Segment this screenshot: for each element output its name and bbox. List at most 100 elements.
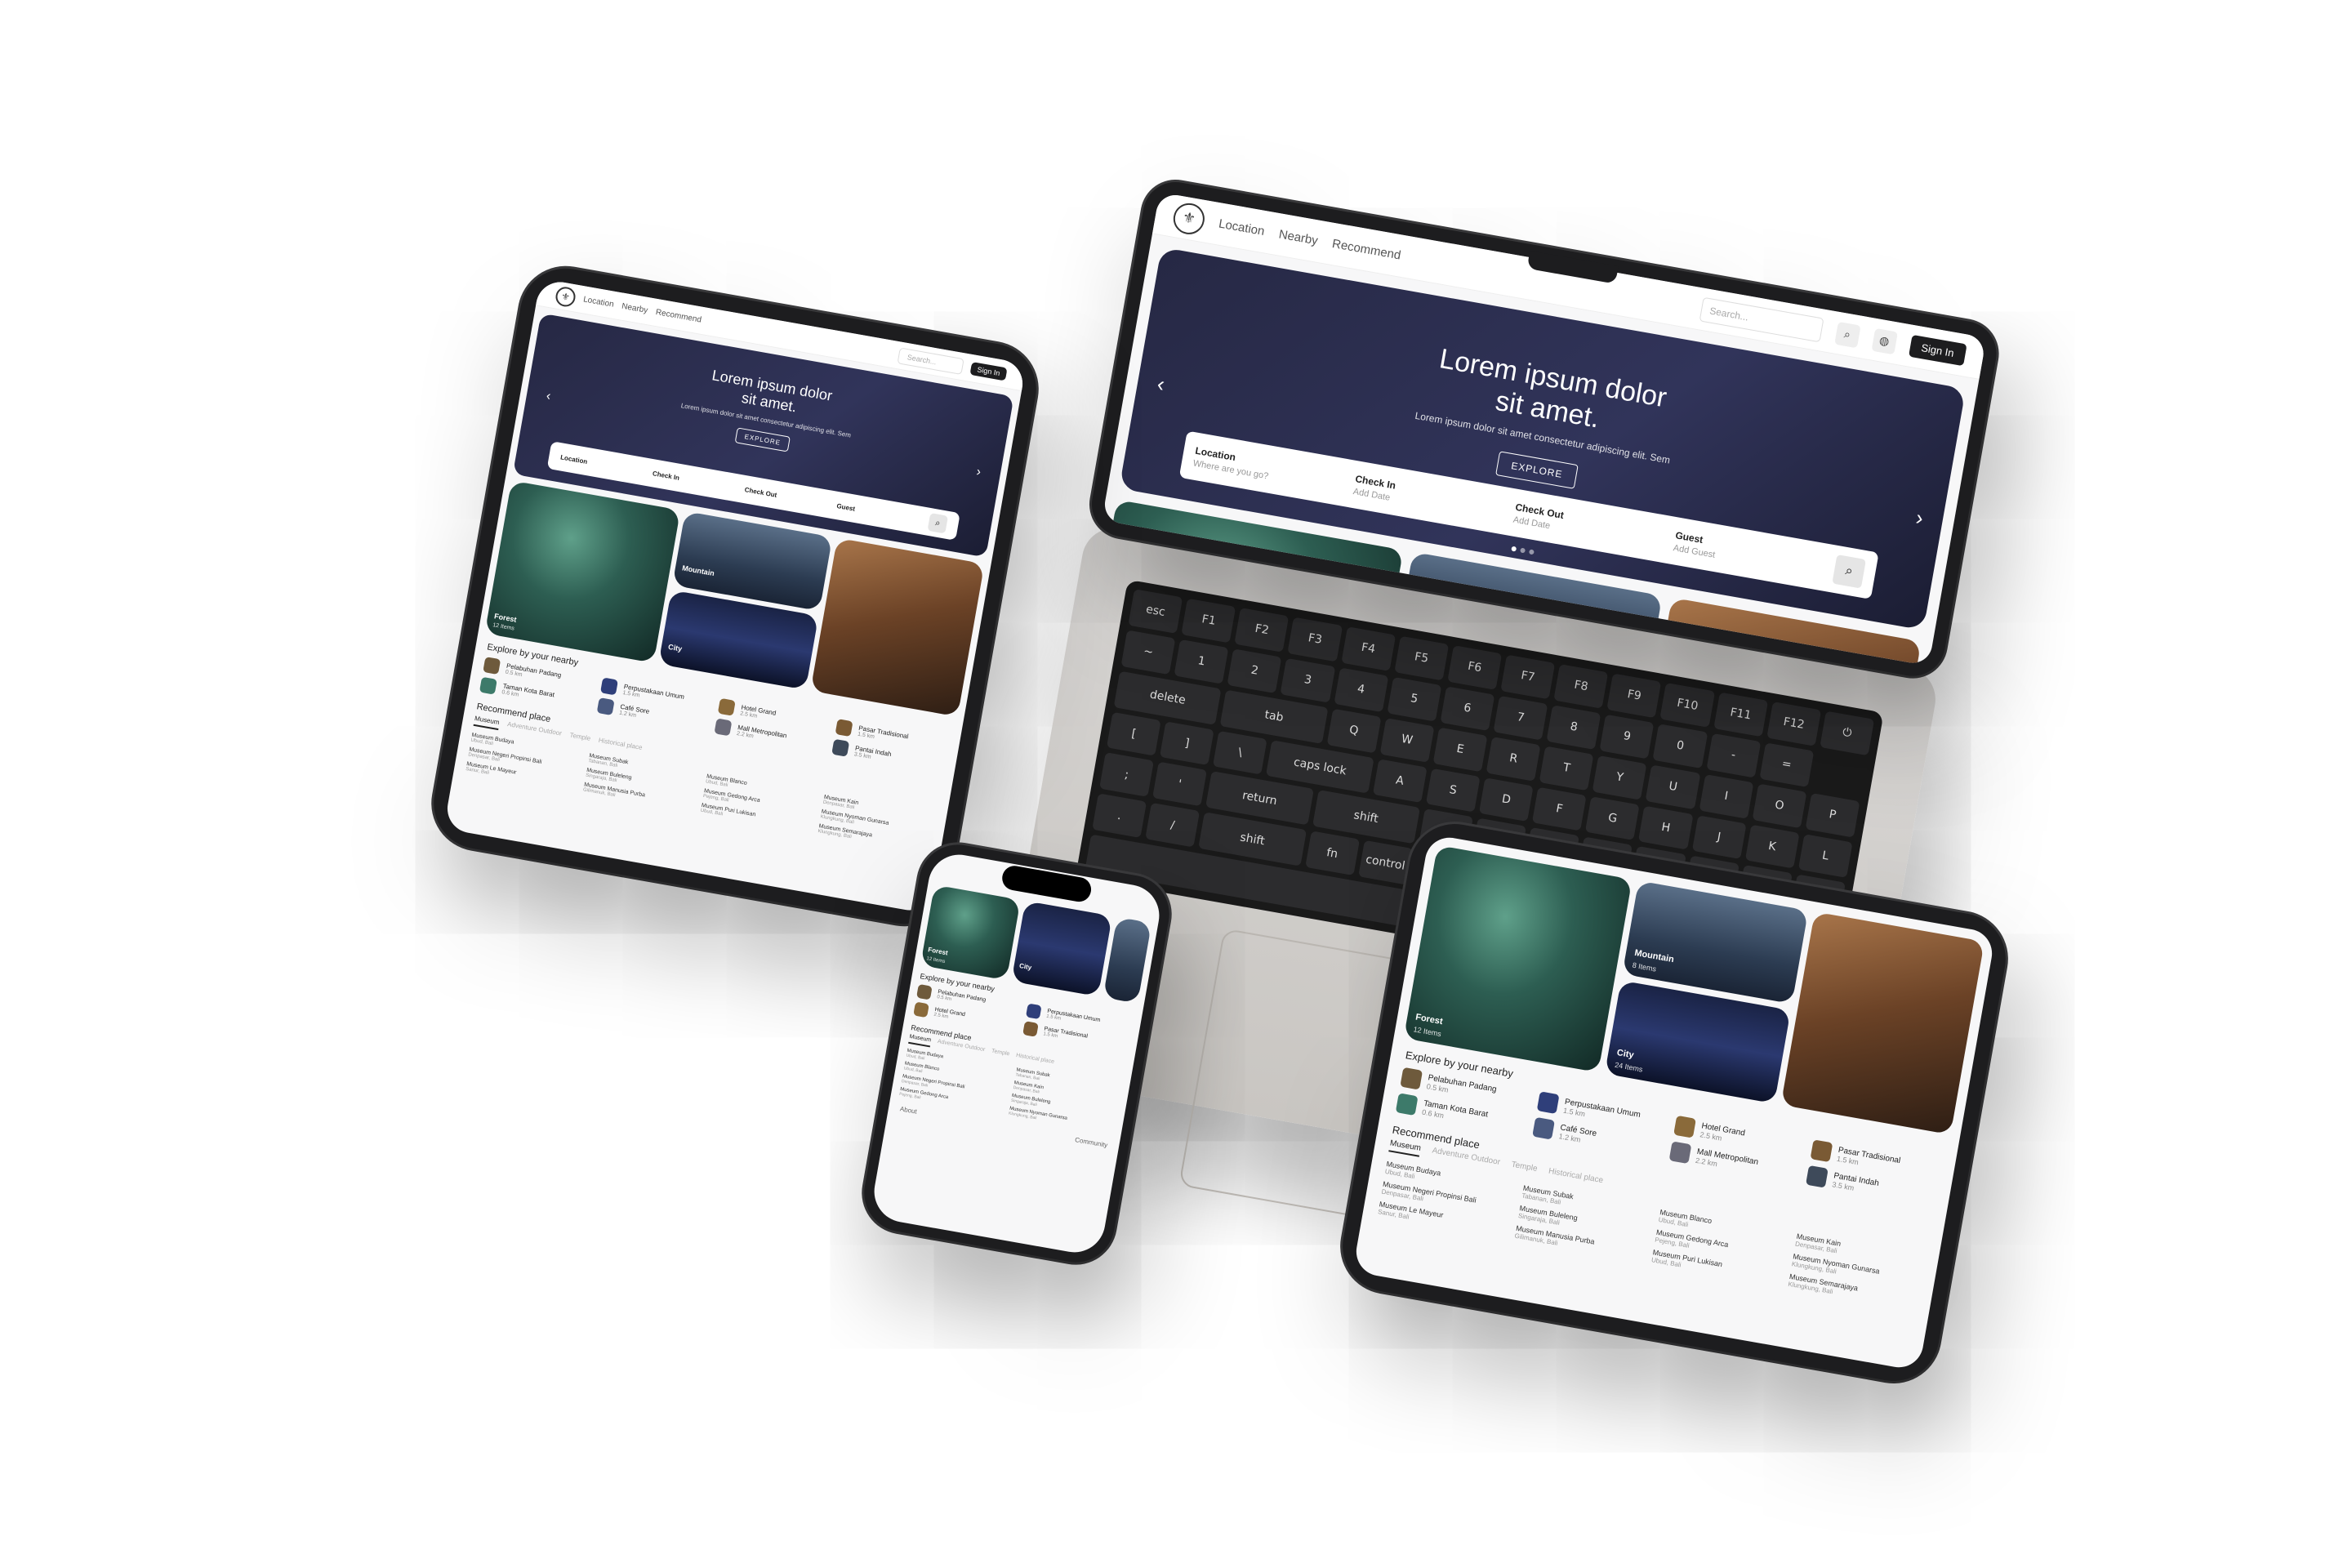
location-field[interactable]: Location Where are you go?: [1192, 444, 1339, 492]
recommend-tab[interactable]: Museum: [1388, 1138, 1422, 1157]
keyboard-key[interactable]: A: [1372, 758, 1428, 804]
category-mountain[interactable]: [1102, 916, 1152, 1004]
keyboard-key[interactable]: L: [1797, 833, 1853, 879]
keyboard-key[interactable]: F: [1531, 786, 1587, 831]
keyboard-key[interactable]: 9: [1599, 714, 1655, 760]
checkin-field[interactable]: Check In Add Date: [1352, 473, 1499, 521]
keyboard-key[interactable]: P: [1805, 792, 1860, 838]
keyboard-key[interactable]: /: [1145, 803, 1200, 848]
keyboard-key[interactable]: F4: [1340, 626, 1396, 671]
keyboard-key[interactable]: Q: [1326, 708, 1382, 753]
keyboard-key[interactable]: 6: [1440, 686, 1495, 731]
keyboard-key[interactable]: 7: [1493, 695, 1548, 741]
keyboard-key[interactable]: F2: [1234, 608, 1290, 653]
keyboard-key[interactable]: O: [1752, 783, 1807, 828]
keyboard-key[interactable]: F1: [1181, 598, 1236, 644]
footer-community-link[interactable]: Community: [1075, 1136, 1108, 1149]
keyboard-key[interactable]: fn: [1304, 831, 1360, 876]
recommend-tab[interactable]: Temple: [991, 1048, 1009, 1061]
search-icon[interactable]: ⌕: [1833, 321, 1861, 348]
keyboard-key[interactable]: ⏻: [1820, 710, 1875, 756]
nav-nearby[interactable]: Nearby: [1278, 227, 1320, 247]
keyboard-key[interactable]: K: [1744, 824, 1800, 869]
keyboard-key[interactable]: U: [1646, 764, 1701, 809]
nav-nearby[interactable]: Nearby: [621, 302, 648, 315]
keyboard-key[interactable]: F9: [1606, 673, 1662, 719]
keyboard-key[interactable]: F6: [1447, 645, 1503, 690]
keyboard-key[interactable]: 4: [1334, 667, 1389, 712]
site-logo[interactable]: ⚜: [554, 285, 577, 308]
guest-field[interactable]: Guest: [836, 502, 921, 524]
site-logo[interactable]: ⚜: [1170, 200, 1207, 237]
keyboard-key[interactable]: Y: [1592, 755, 1647, 800]
checkout-field[interactable]: Check Out: [744, 486, 829, 508]
keyboard-key[interactable]: S: [1425, 768, 1481, 813]
recommend-tab[interactable]: Museum: [908, 1033, 932, 1047]
explore-button[interactable]: EXPLORE: [734, 427, 791, 452]
keyboard-key[interactable]: D: [1478, 777, 1534, 822]
category-forest[interactable]: Forest 12 Items: [484, 480, 681, 663]
keyboard-key[interactable]: ': [1152, 762, 1208, 807]
keyboard-key[interactable]: R: [1486, 736, 1541, 782]
keyboard-key[interactable]: G: [1585, 795, 1641, 841]
keyboard-key[interactable]: F7: [1500, 654, 1556, 700]
carousel-dot[interactable]: [1511, 546, 1517, 552]
category-city[interactable]: City: [1011, 901, 1112, 997]
keyboard-key[interactable]: [: [1106, 711, 1161, 757]
keyboard-key[interactable]: ;: [1099, 752, 1155, 798]
nav-recommend[interactable]: Recommend: [655, 308, 702, 325]
keyboard-key[interactable]: F10: [1659, 683, 1715, 728]
globe-icon[interactable]: ◍: [1871, 327, 1898, 354]
keyboard-key[interactable]: 3: [1280, 657, 1335, 703]
signin-button[interactable]: Sign In: [969, 361, 1008, 381]
category-forest[interactable]: Forest 12 Items: [920, 884, 1022, 981]
keyboard-key[interactable]: T: [1539, 746, 1594, 791]
checkin-field[interactable]: Check In: [652, 470, 737, 492]
nav-recommend[interactable]: Recommend: [1331, 237, 1402, 263]
location-field[interactable]: Location: [560, 453, 645, 475]
recommend-tab[interactable]: Temple: [568, 732, 591, 746]
keyboard-key[interactable]: 0: [1652, 724, 1708, 768]
keyboard-key[interactable]: F3: [1287, 617, 1343, 662]
keyboard-key[interactable]: F5: [1394, 635, 1450, 681]
keyboard-key[interactable]: W: [1379, 717, 1435, 763]
keyboard-key[interactable]: 1: [1174, 639, 1229, 684]
keyboard-key[interactable]: 2: [1227, 648, 1282, 693]
category-forest[interactable]: Forest 12 Items: [1403, 844, 1633, 1073]
nav-location[interactable]: Location: [1218, 216, 1266, 238]
search-input[interactable]: Search...: [897, 346, 964, 375]
keyboard-key[interactable]: H: [1638, 805, 1694, 850]
footer-about-link[interactable]: About: [899, 1105, 917, 1115]
chevron-left-icon[interactable]: ‹: [545, 389, 552, 404]
keyboard-key[interactable]: 8: [1546, 705, 1601, 750]
keyboard-key[interactable]: \: [1213, 730, 1268, 776]
keyboard-key[interactable]: -: [1706, 733, 1762, 778]
keyboard-key[interactable]: F8: [1553, 664, 1609, 709]
keyboard-key[interactable]: E: [1432, 727, 1488, 772]
keyboard-key[interactable]: 5: [1387, 676, 1442, 722]
guest-field[interactable]: Guest Add Guest: [1673, 529, 1819, 577]
category-hotel[interactable]: [810, 537, 985, 717]
nav-location[interactable]: Location: [582, 295, 614, 309]
keyboard-key[interactable]: ]: [1159, 720, 1215, 766]
keyboard-key[interactable]: F11: [1713, 692, 1768, 737]
carousel-dot[interactable]: [1528, 549, 1535, 555]
booking-search-icon[interactable]: ⌕: [1832, 554, 1867, 589]
recommend-tab[interactable]: Temple: [1510, 1160, 1539, 1178]
signin-button[interactable]: Sign In: [1908, 334, 1967, 367]
explore-button[interactable]: EXPLORE: [1495, 451, 1579, 489]
keyboard-key[interactable]: esc: [1128, 589, 1183, 634]
chevron-right-icon[interactable]: ›: [975, 465, 982, 480]
carousel-dot[interactable]: [1520, 547, 1526, 554]
booking-search-icon[interactable]: ⌕: [927, 513, 949, 534]
category-hotel[interactable]: [1780, 911, 1984, 1135]
keyboard-key[interactable]: I: [1699, 773, 1754, 819]
keyboard-key[interactable]: .: [1092, 793, 1147, 839]
keyboard-key[interactable]: F12: [1766, 702, 1822, 746]
checkout-field[interactable]: Check Out Add Date: [1512, 501, 1659, 549]
keyboard-key[interactable]: ~: [1120, 630, 1176, 675]
keyboard-key[interactable]: control: [1357, 840, 1413, 885]
keyboard-key[interactable]: =: [1759, 742, 1815, 787]
recommend-tab[interactable]: Museum: [473, 715, 501, 731]
keyboard-key[interactable]: J: [1691, 814, 1747, 860]
